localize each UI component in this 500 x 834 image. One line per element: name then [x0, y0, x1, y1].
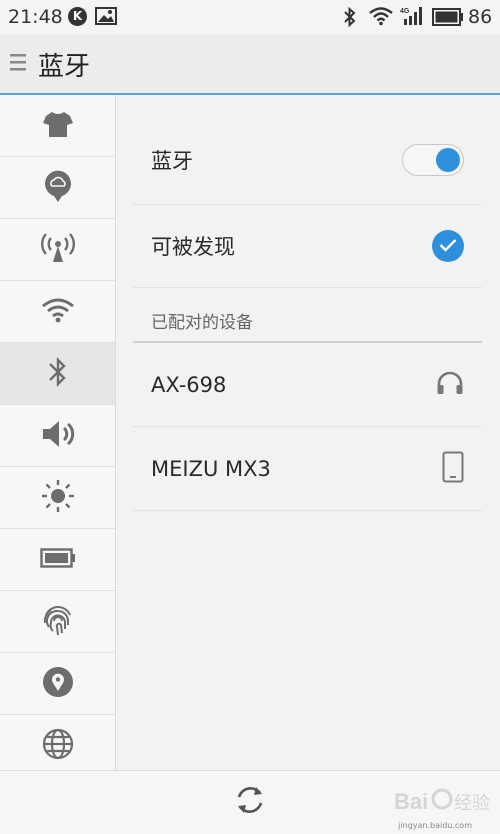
sidebar-item-sound[interactable]: [0, 405, 115, 467]
location-icon: [42, 666, 74, 702]
discoverable-checkbox[interactable]: [432, 230, 464, 262]
status-bar: 21:48 K 4G 86: [0, 0, 500, 34]
sidebar-item-display[interactable]: [0, 467, 115, 529]
sidebar-item-hotspot[interactable]: [0, 219, 115, 281]
bluetooth-toggle-row[interactable]: 蓝牙: [133, 95, 482, 205]
menu-icon[interactable]: [10, 53, 26, 75]
device-name: AX-698: [151, 372, 227, 397]
sidebar-item-language[interactable]: [0, 715, 115, 770]
image-notification-icon: [95, 7, 117, 29]
paired-devices-label: 已配对的设备: [151, 313, 253, 333]
sidebar-item-fingerprint[interactable]: [0, 591, 115, 653]
fingerprint-icon: [41, 603, 75, 641]
discoverable-row[interactable]: 可被发现: [133, 205, 482, 288]
status-time: 21:48: [8, 6, 63, 28]
bluetooth-settings-panel: 蓝牙 可被发现 已配对的设备 AX-698 MEIZU MX3: [133, 95, 482, 511]
watermark-url: jingyan.baidu.com: [398, 821, 472, 830]
battery-status-icon: [432, 8, 464, 30]
paired-devices-header: 已配对的设备: [133, 288, 482, 343]
bluetooth-toggle-switch[interactable]: [402, 143, 464, 176]
headphones-icon: [436, 371, 464, 399]
page-title: 蓝牙: [38, 52, 91, 82]
wifi-icon: [41, 297, 75, 327]
settings-sidebar: [0, 95, 116, 770]
bottom-bar: Bai 经验 jingyan.baidu.com: [0, 770, 500, 834]
svg-text:经验: 经验: [454, 793, 490, 814]
svg-text:Bai: Bai: [394, 789, 428, 814]
brightness-icon: [40, 478, 76, 518]
shirt-icon: [42, 110, 74, 142]
toggle-knob: [436, 147, 460, 172]
sidebar-item-wifi[interactable]: [0, 281, 115, 343]
globe-icon: [42, 728, 74, 764]
bluetooth-status-icon: [342, 6, 358, 32]
battery-level: 86: [468, 6, 493, 28]
svg-text:4G: 4G: [400, 8, 410, 15]
phone-icon: [442, 451, 464, 487]
sidebar-item-battery[interactable]: [0, 529, 115, 591]
header: 蓝牙: [0, 34, 500, 95]
cloud-icon: [43, 169, 73, 207]
bluetooth-label: 蓝牙: [151, 148, 193, 173]
watermark-logo-icon: Bai 经验: [394, 781, 490, 825]
sidebar-item-bluetooth[interactable]: [0, 343, 115, 405]
signal-4g-icon: 4G: [400, 5, 426, 31]
volume-icon: [41, 419, 75, 453]
discoverable-label: 可被发现: [151, 235, 235, 259]
bluetooth-icon: [47, 355, 69, 393]
wifi-status-icon: [369, 6, 393, 30]
battery-icon: [39, 547, 76, 573]
device-name: MEIZU MX3: [151, 456, 271, 481]
device-row-meizu-mx3[interactable]: MEIZU MX3: [133, 427, 482, 511]
refresh-icon: [233, 783, 267, 821]
device-row-ax-698[interactable]: AX-698: [133, 343, 482, 427]
checkmark-icon: [439, 237, 457, 256]
refresh-button[interactable]: [232, 784, 268, 820]
k-app-icon: K: [68, 7, 87, 26]
sidebar-item-personalize[interactable]: [0, 95, 115, 157]
sidebar-item-cloud[interactable]: [0, 157, 115, 219]
sidebar-item-location[interactable]: [0, 653, 115, 715]
hotspot-icon: [40, 232, 76, 267]
